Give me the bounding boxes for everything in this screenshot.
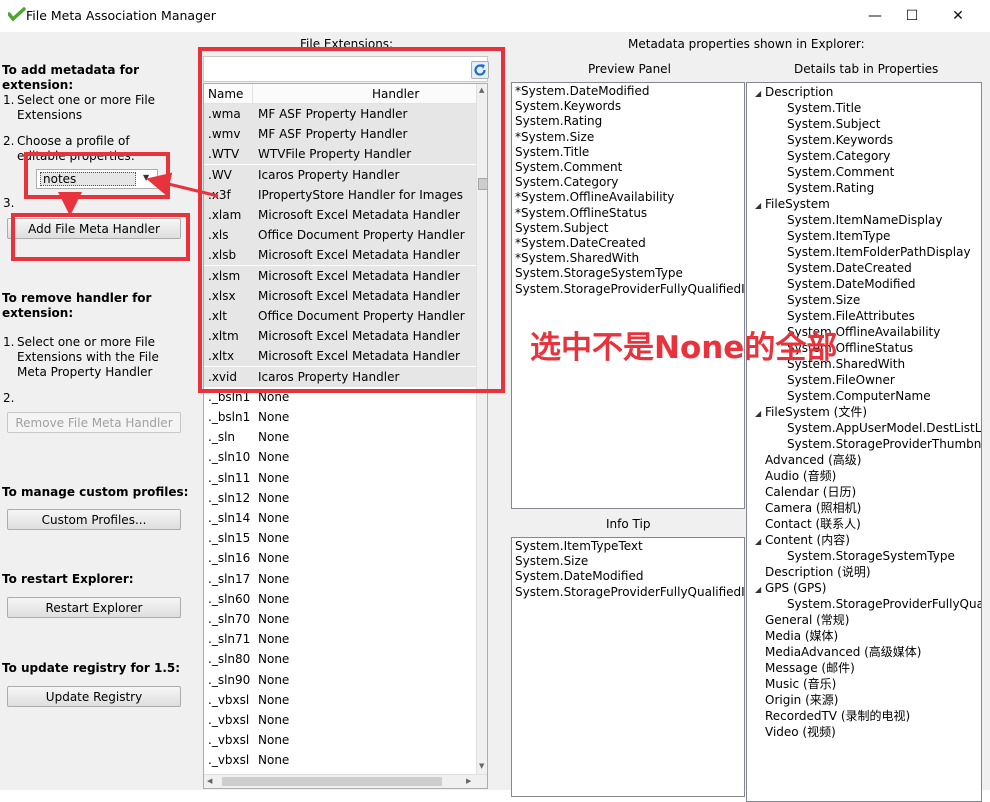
annotation-text: 选中不是None的全部 [530,330,838,366]
annotation-arrows [58,172,219,216]
arrow-to-profile [146,172,219,198]
